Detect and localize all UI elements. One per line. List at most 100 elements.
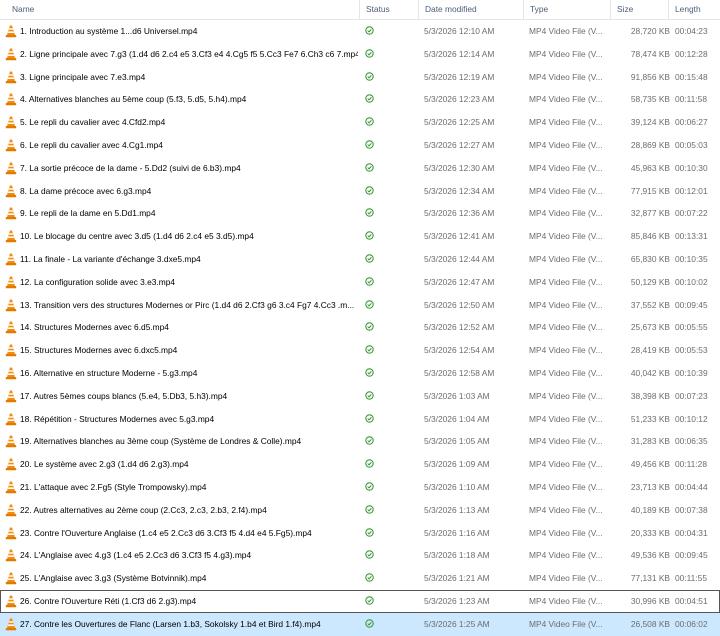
vlc-cone-icon	[5, 435, 17, 448]
video-length: 00:04:31	[675, 527, 708, 538]
file-row[interactable]: 8. La dame précoce avec 6.g3.mp4 5/3/202…	[0, 180, 720, 203]
vlc-cone-icon	[5, 116, 17, 129]
file-name: 10. Le blocage du centre avec 3.d5 (1.d4…	[20, 231, 254, 242]
file-size: 23,713 KB	[630, 481, 670, 492]
column-header-date-modified[interactable]: Date modified	[419, 0, 523, 19]
video-length: 00:06:35	[675, 436, 708, 447]
file-row[interactable]: 23. Contre l'Ouverture Anglaise (1.c4 e5…	[0, 522, 720, 545]
status-cell	[365, 385, 417, 408]
file-name-cell: 11. La finale - La variante d'échange 3.…	[0, 248, 358, 271]
file-name-cell: 10. Le blocage du centre avec 3.d5 (1.d4…	[0, 225, 358, 248]
column-header-type[interactable]: Type	[524, 0, 610, 19]
file-row[interactable]: 12. La configuration solide avec 3.e3.mp…	[0, 271, 720, 294]
file-name: 17. Autres 5èmes coups blancs (5.e4, 5.D…	[20, 390, 228, 401]
file-row[interactable]: 2. Ligne principale avec 7.g3 (1.d4 d6 2…	[0, 43, 720, 66]
column-header-bar: ^ Name Status Date modified Type Size Le…	[0, 0, 720, 20]
vlc-cone-icon	[5, 162, 17, 175]
column-header-name[interactable]: Name	[6, 0, 356, 19]
file-row[interactable]: 27. Contre les Ouvertures de Flanc (Lars…	[0, 612, 720, 636]
status-cell	[365, 590, 417, 613]
file-name: 15. Structures Modernes avec 6.dxc5.mp4	[20, 345, 178, 356]
file-row[interactable]: 17. Autres 5èmes coups blancs (5.e4, 5.D…	[0, 385, 720, 408]
file-row[interactable]: 1. Introduction au système 1...d6 Univer…	[0, 20, 720, 43]
column-header-status[interactable]: Status	[360, 0, 418, 19]
file-size: 49,456 KB	[630, 459, 670, 470]
file-row[interactable]: 20. Le système avec 2.g3 (1.d4 d6 2.g3).…	[0, 453, 720, 476]
status-cell	[365, 111, 417, 134]
file-size: 31,283 KB	[630, 436, 670, 447]
sync-check-icon	[365, 254, 374, 263]
status-cell	[365, 499, 417, 522]
file-size: 26,508 KB	[630, 618, 670, 629]
file-row[interactable]: 5. Le repli du cavalier avec 4.Cfd2.mp4 …	[0, 111, 720, 134]
file-row[interactable]: 4. Alternatives blanches au 5ème coup (5…	[0, 88, 720, 111]
video-length: 00:04:44	[675, 481, 708, 492]
video-length: 00:04:23	[675, 26, 708, 36]
file-row[interactable]: 25. L'Anglaise avec 3.g3 (Système Botvin…	[0, 567, 720, 590]
file-name: 23. Contre l'Ouverture Anglaise (1.c4 e5…	[20, 527, 312, 538]
video-length: 00:06:02	[675, 618, 708, 629]
video-length: 00:04:51	[675, 595, 708, 606]
file-name-cell: 15. Structures Modernes avec 6.dxc5.mp4	[0, 339, 358, 362]
file-row[interactable]: 13. Transition vers des structures Moder…	[0, 294, 720, 317]
file-row[interactable]: 10. Le blocage du centre avec 3.d5 (1.d4…	[0, 225, 720, 248]
file-row[interactable]: 3. Ligne principale avec 7.e3.mp4 5/3/20…	[0, 66, 720, 89]
status-cell	[365, 20, 417, 43]
video-length: 00:05:53	[675, 345, 708, 356]
file-type: MP4 Video File (V...	[529, 231, 603, 242]
date-modified: 5/3/2026 1:10 AM	[424, 481, 490, 492]
video-length: 00:10:30	[675, 162, 708, 173]
date-modified: 5/3/2026 1:16 AM	[424, 527, 490, 538]
video-length: 00:11:55	[675, 573, 707, 584]
status-cell	[365, 202, 417, 225]
file-name-cell: 20. Le système avec 2.g3 (1.d4 d6 2.g3).…	[0, 453, 358, 476]
status-cell	[365, 271, 417, 294]
sync-check-icon	[365, 185, 374, 195]
file-row[interactable]: 16. Alternative en structure Moderne - 5…	[0, 362, 720, 385]
file-name: 12. La configuration solide avec 3.e3.mp…	[20, 276, 176, 287]
vlc-cone-icon	[5, 481, 17, 494]
status-cell	[365, 476, 417, 499]
file-row[interactable]: 9. Le repli de la dame en 5.Dd1.mp4 5/3/…	[0, 202, 720, 225]
file-type: MP4 Video File (V...	[529, 436, 603, 447]
file-name: 14. Structures Modernes avec 6.d5.mp4	[20, 322, 169, 333]
column-header-size[interactable]: Size	[611, 0, 669, 19]
file-row[interactable]: 21. L'attaque avec 2.Fg5 (Style Trompows…	[0, 476, 720, 499]
file-name: 16. Alternative en structure Moderne - 5…	[20, 367, 198, 378]
file-row[interactable]: 24. L'Anglaise avec 4.g3 (1.c4 e5 2.Cc3 …	[0, 544, 720, 567]
file-type: MP4 Video File (V...	[529, 276, 603, 287]
sync-check-icon	[365, 208, 374, 218]
file-row[interactable]: 11. La finale - La variante d'échange 3.…	[0, 248, 720, 271]
file-type: MP4 Video File (V...	[529, 322, 603, 333]
file-size: 91,856 KB	[630, 71, 670, 82]
date-modified: 5/3/2026 12:44 AM	[424, 253, 495, 264]
vlc-cone-icon	[5, 93, 17, 106]
status-cell	[365, 180, 417, 203]
file-name-cell: 3. Ligne principale avec 7.e3.mp4	[0, 66, 358, 89]
file-size: 85,846 KB	[630, 231, 670, 242]
sync-check-icon	[365, 299, 374, 309]
sync-check-icon	[365, 368, 374, 377]
file-row[interactable]: 22. Autres alternatives au 2ème coup (2.…	[0, 499, 720, 522]
file-name-cell: 26. Contre l'Ouverture Réti (1.Cf3 d6 2.…	[0, 590, 358, 613]
video-length: 00:09:45	[675, 550, 708, 561]
date-modified: 5/3/2026 12:30 AM	[424, 162, 495, 173]
date-modified: 5/3/2026 12:47 AM	[424, 276, 495, 287]
date-modified: 5/3/2026 12:25 AM	[424, 117, 495, 128]
file-row[interactable]: 19. Alternatives blanches au 3ème coup (…	[0, 430, 720, 453]
file-row[interactable]: 14. Structures Modernes avec 6.d5.mp4 5/…	[0, 316, 720, 339]
file-type: MP4 Video File (V...	[529, 162, 603, 173]
file-row[interactable]: 6. Le repli du cavalier avec 4.Cg1.mp4 5…	[0, 134, 720, 157]
vlc-cone-icon	[5, 207, 17, 220]
file-type: MP4 Video File (V...	[529, 573, 603, 584]
column-header-length[interactable]: Length	[669, 0, 720, 19]
status-cell	[365, 43, 417, 66]
status-cell	[365, 225, 417, 248]
file-size: 37,552 KB	[630, 299, 670, 310]
file-row[interactable]: 18. Répétition - Structures Modernes ave…	[0, 408, 720, 431]
file-type: MP4 Video File (V...	[529, 26, 603, 36]
file-row[interactable]: 15. Structures Modernes avec 6.dxc5.mp4 …	[0, 339, 720, 362]
file-row[interactable]: 7. La sortie précoce de la dame - 5.Dd2 …	[0, 157, 720, 180]
video-length: 00:10:35	[675, 253, 708, 264]
file-row[interactable]: 26. Contre l'Ouverture Réti (1.Cf3 d6 2.…	[0, 589, 720, 613]
